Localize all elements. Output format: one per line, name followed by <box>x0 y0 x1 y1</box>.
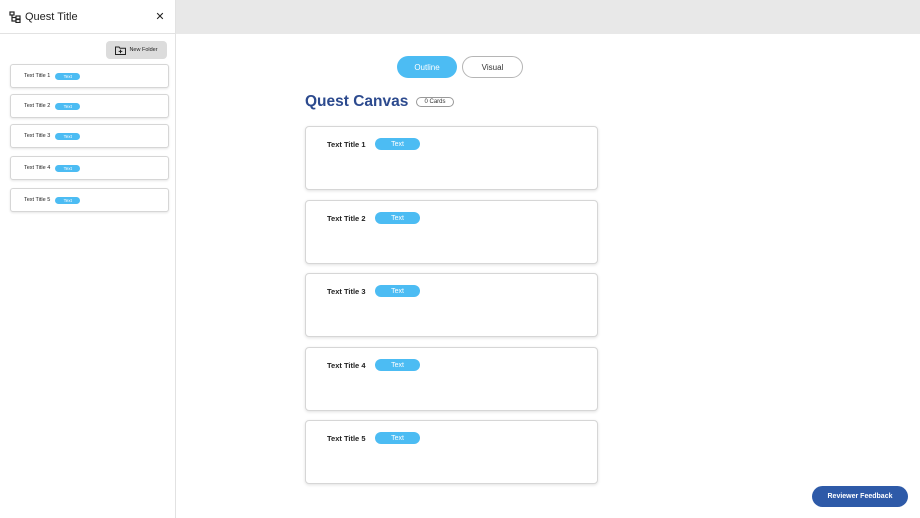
card-tag: Text <box>375 212 420 224</box>
sidebar-item-title: Text Title 1 <box>24 73 51 79</box>
sidebar-item[interactable]: Text Title 4 Text <box>10 156 169 180</box>
new-folder-row: New Folder <box>0 34 175 64</box>
close-icon[interactable]: ✕ <box>154 11 166 23</box>
quest-card[interactable]: Text Title 5 Text <box>305 420 598 484</box>
card-title: Text Title 4 <box>327 361 366 370</box>
sidebar-item[interactable]: Text Title 2 Text <box>10 94 169 118</box>
card-tag: Text <box>375 359 420 371</box>
sidebar-item-title: Text Title 5 <box>24 197 51 203</box>
tab-outline[interactable]: Outline <box>397 56 457 78</box>
sidebar-item-title: Text Title 4 <box>24 165 51 171</box>
folder-plus-icon <box>115 46 127 55</box>
card-title: Text Title 3 <box>327 287 366 296</box>
sidebar-item-tag: Text <box>55 102 81 110</box>
tree-icon <box>9 10 21 23</box>
quest-card[interactable]: Text Title 4 Text <box>305 347 598 411</box>
sidebar-item-title: Text Title 3 <box>24 133 51 139</box>
sidebar-item[interactable]: Text Title 5 Text <box>10 188 169 212</box>
quest-card[interactable]: Text Title 3 Text <box>305 273 598 337</box>
quest-card[interactable]: Text Title 1 Text <box>305 126 598 190</box>
sidebar-item[interactable]: Text Title 3 Text <box>10 124 169 148</box>
new-folder-label: New Folder <box>129 47 158 53</box>
reviewer-feedback-button[interactable]: Reviewer Feedback <box>812 486 908 507</box>
tab-visual[interactable]: Visual <box>462 56 523 78</box>
card-tag: Text <box>375 285 420 297</box>
sidebar-item-title: Text Title 2 <box>24 103 51 109</box>
card-tag: Text <box>375 432 420 444</box>
card-count-badge: 0 Cards <box>416 97 454 107</box>
quest-card[interactable]: Text Title 2 Text <box>305 200 598 264</box>
card-title: Text Title 5 <box>327 434 366 443</box>
sidebar-item-tag: Text <box>55 196 81 204</box>
quest-title: Quest Title <box>25 10 78 23</box>
page-title: Quest Canvas <box>305 93 409 110</box>
top-bar <box>176 0 920 34</box>
sidebar-header: Quest Title ✕ <box>0 0 175 34</box>
card-title: Text Title 2 <box>327 214 366 223</box>
sidebar-item-tag: Text <box>55 132 81 140</box>
sidebar-item[interactable]: Text Title 1 Text <box>10 64 169 88</box>
sidebar-item-tag: Text <box>55 164 81 172</box>
card-title: Text Title 1 <box>327 140 366 149</box>
sidebar: Quest Title ✕ New Folder Text Title 1 Tex… <box>0 0 176 518</box>
new-folder-button[interactable]: New Folder <box>106 41 167 59</box>
card-tag: Text <box>375 138 420 150</box>
sidebar-item-tag: Text <box>55 72 81 80</box>
